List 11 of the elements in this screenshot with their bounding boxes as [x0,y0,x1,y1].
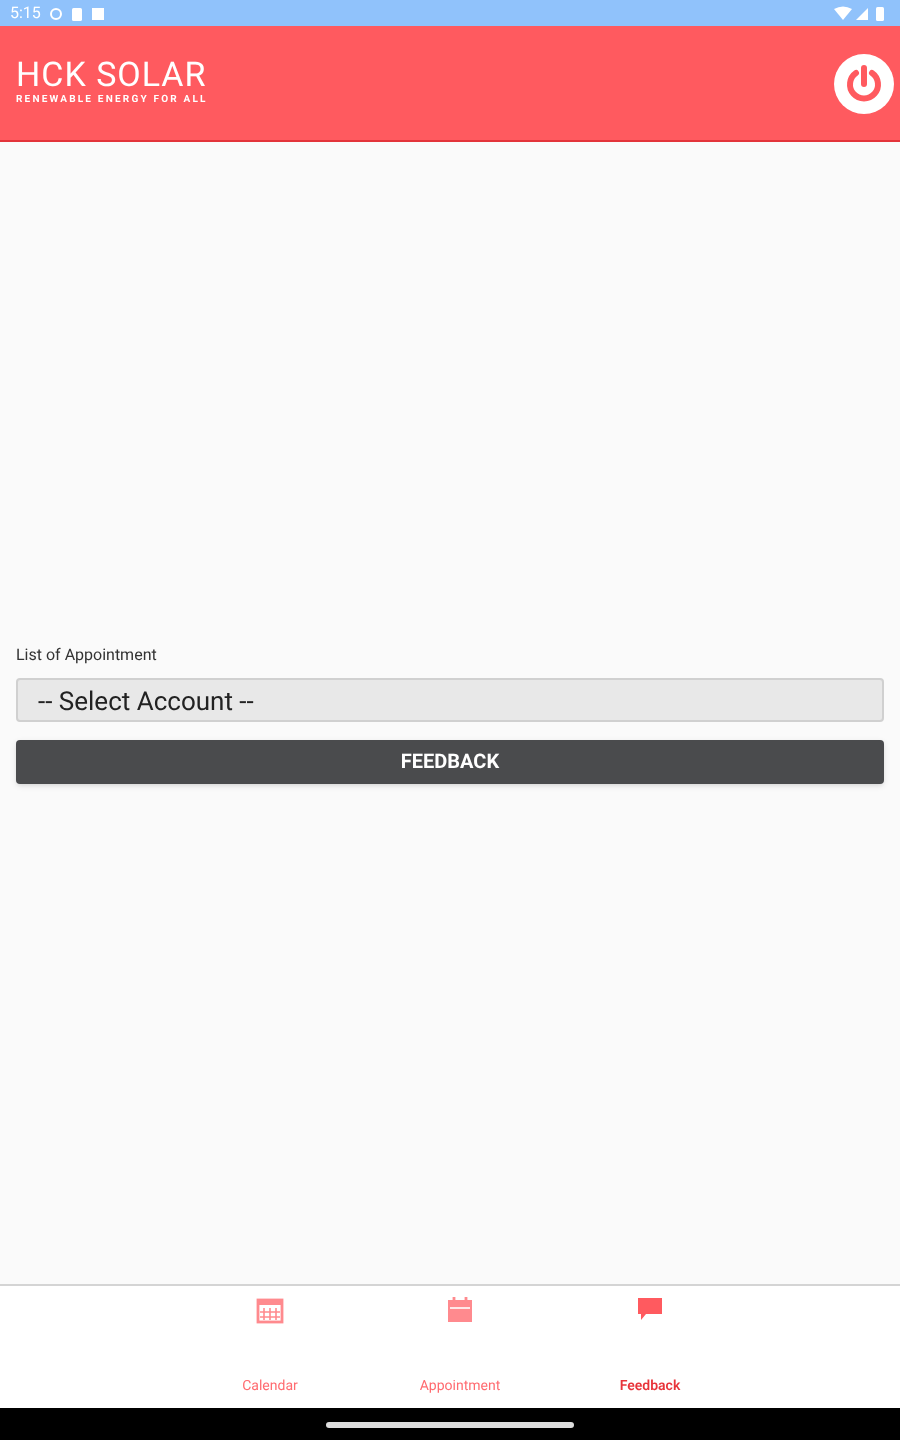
speech-bubble-icon [636,1296,664,1322]
feedback-button[interactable]: FEEDBACK [16,740,884,784]
account-select[interactable]: -- Select Account -- [16,678,884,722]
calendar-icon [446,1296,474,1324]
status-time: 5:15 [10,1,41,25]
logo-title: HCK SOLAR [16,60,208,94]
calendar-icon [256,1296,284,1324]
power-button[interactable] [834,53,894,113]
power-icon [844,63,884,103]
field-label: List of Appointment [16,644,159,668]
signal-battery-icons [834,5,890,21]
